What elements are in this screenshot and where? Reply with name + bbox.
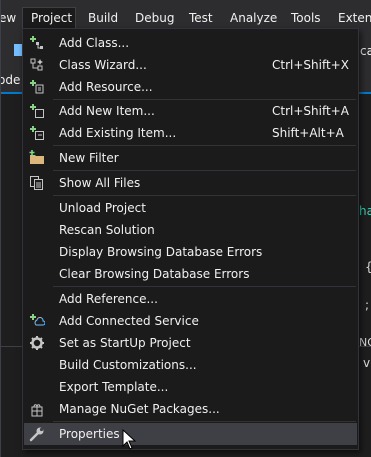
left-edge bbox=[0, 0, 1, 457]
tab-fragment[interactable]: ode bbox=[0, 73, 20, 87]
project-menu: Add Class... Class Wizard... Ctrl+Shift+… bbox=[22, 28, 359, 450]
menu-item-shortcut: Ctrl+Shift+X bbox=[272, 58, 349, 72]
menu-item-add-connected-service[interactable]: Add Connected Service bbox=[24, 310, 357, 332]
code-fragment: { bbox=[365, 260, 371, 274]
menu-debug[interactable]: Debug bbox=[135, 9, 174, 27]
gear-icon bbox=[29, 335, 45, 351]
show-all-files-icon bbox=[29, 175, 45, 191]
menu-build[interactable]: Build bbox=[88, 9, 118, 27]
wrench-icon bbox=[29, 426, 45, 442]
code-fragment: v bbox=[363, 356, 371, 370]
menu-tools[interactable]: Tools bbox=[291, 9, 321, 27]
menu-item-label: Set as StartUp Project bbox=[59, 336, 191, 350]
menu-item-build-customizations[interactable]: Build Customizations... bbox=[24, 354, 357, 376]
menu-item-label: Clear Browsing Database Errors bbox=[59, 267, 250, 281]
code-fragment: NO bbox=[359, 336, 371, 349]
menu-separator bbox=[53, 286, 356, 287]
menu-separator bbox=[53, 195, 356, 196]
menu-test[interactable]: Test bbox=[189, 9, 213, 27]
menu-item-add-new-item[interactable]: Add New Item... Ctrl+Shift+A bbox=[24, 100, 357, 122]
menu-item-new-filter[interactable]: New Filter bbox=[24, 147, 357, 169]
class-wizard-icon bbox=[29, 57, 45, 73]
menu-item-label: Add Class... bbox=[59, 36, 130, 50]
menu-item-display-browsing-errors[interactable]: Display Browsing Database Errors bbox=[24, 241, 357, 263]
menu-item-label: Properties bbox=[59, 427, 120, 441]
menu-item-properties[interactable]: Properties bbox=[24, 423, 357, 445]
menu-view[interactable]: ew bbox=[0, 9, 16, 27]
menu-item-add-existing-item[interactable]: Add Existing Item... Shift+Alt+A bbox=[24, 122, 357, 144]
menu-item-add-resource[interactable]: Add Resource... bbox=[24, 76, 357, 98]
menu-item-show-all-files[interactable]: Show All Files bbox=[24, 172, 357, 194]
menu-item-add-class[interactable]: Add Class... bbox=[24, 32, 357, 54]
menu-item-label: Add Reference... bbox=[59, 292, 158, 306]
menu-item-label: Class Wizard... bbox=[59, 58, 147, 72]
menu-separator bbox=[53, 170, 356, 171]
menu-item-unload-project[interactable]: Unload Project bbox=[24, 197, 357, 219]
add-resource-icon bbox=[29, 79, 45, 95]
menu-extensions[interactable]: Extens bbox=[338, 9, 371, 27]
menu-separator bbox=[53, 145, 356, 146]
menu-item-label: Manage NuGet Packages... bbox=[59, 402, 220, 416]
existing-item-icon bbox=[29, 125, 45, 141]
menu-item-label: Add Existing Item... bbox=[59, 126, 177, 140]
menu-item-rescan-solution[interactable]: Rescan Solution bbox=[24, 219, 357, 241]
menu-item-shortcut: Shift+Alt+A bbox=[272, 126, 344, 140]
mouse-cursor-icon bbox=[122, 429, 136, 450]
connected-service-icon bbox=[29, 313, 45, 329]
menu-item-label: Build Customizations... bbox=[59, 358, 197, 372]
toolbar-fragment: ca bbox=[360, 44, 371, 58]
code-fragment: ha bbox=[359, 204, 371, 218]
menu-item-add-reference[interactable]: Add Reference... bbox=[24, 288, 357, 310]
menu-item-label: Show All Files bbox=[59, 176, 141, 190]
add-class-icon bbox=[29, 35, 45, 51]
save-icon[interactable] bbox=[14, 44, 22, 56]
menu-item-shortcut: Ctrl+Shift+A bbox=[272, 104, 349, 118]
new-item-icon bbox=[29, 103, 45, 119]
menu-item-label: Rescan Solution bbox=[59, 223, 155, 237]
menu-item-label: New Filter bbox=[59, 151, 119, 165]
menu-project[interactable]: Project bbox=[31, 9, 72, 27]
menu-item-label: Add Connected Service bbox=[59, 314, 199, 328]
menu-item-label: Add New Item... bbox=[59, 104, 155, 118]
menu-item-export-template[interactable]: Export Template... bbox=[24, 376, 357, 398]
menu-item-label: Export Template... bbox=[59, 380, 169, 394]
menu-item-class-wizard[interactable]: Class Wizard... Ctrl+Shift+X bbox=[24, 54, 357, 76]
new-filter-icon bbox=[29, 150, 45, 166]
menu-item-clear-browsing-errors[interactable]: Clear Browsing Database Errors bbox=[24, 263, 357, 285]
menu-separator bbox=[53, 421, 356, 422]
menu-item-manage-nuget[interactable]: Manage NuGet Packages... bbox=[24, 398, 357, 420]
menu-item-label: Add Resource... bbox=[59, 80, 153, 94]
menu-analyze[interactable]: Analyze bbox=[230, 9, 277, 27]
code-fragment: ; bbox=[365, 298, 370, 312]
nuget-icon bbox=[29, 401, 45, 417]
menu-item-label: Display Browsing Database Errors bbox=[59, 245, 263, 259]
menu-item-label: Unload Project bbox=[59, 201, 146, 215]
menu-item-set-startup-project[interactable]: Set as StartUp Project bbox=[24, 332, 357, 354]
